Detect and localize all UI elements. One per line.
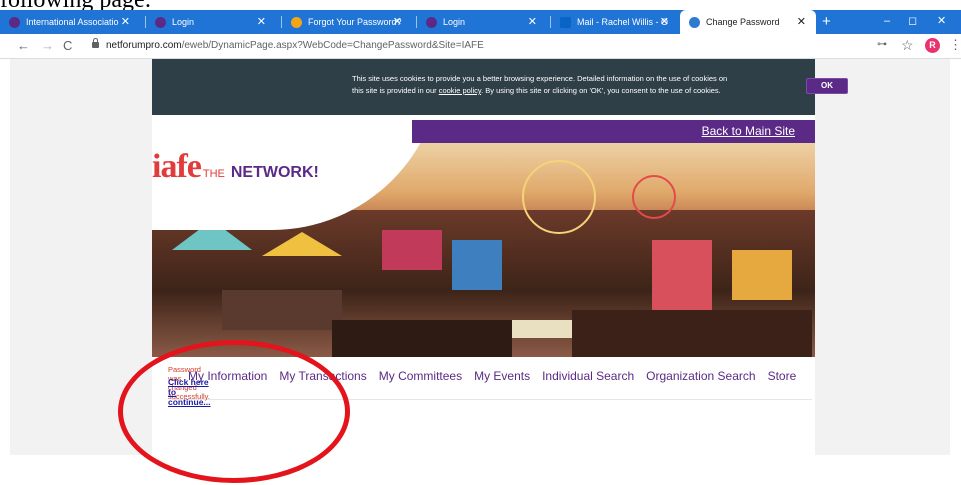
browser-tab-active[interactable]: Change Password ✕ xyxy=(680,10,816,34)
ferris-wheel-shape xyxy=(522,160,596,234)
red-annotation-ellipse xyxy=(118,340,350,483)
profile-avatar[interactable]: R xyxy=(925,38,940,53)
nav-store[interactable]: Store xyxy=(768,369,797,383)
bookmark-star-icon[interactable]: ☆ xyxy=(901,37,914,53)
browser-tab[interactable]: Mail - Rachel Willis - O ✕ xyxy=(551,10,679,34)
site-favicon-icon xyxy=(9,16,20,28)
tab-title: Login xyxy=(443,17,466,27)
tab-title: Change Password xyxy=(706,17,780,27)
lock-icon xyxy=(92,38,99,48)
cookie-text: This site uses cookies to provide you a … xyxy=(352,74,728,95)
browser-menu-icon[interactable]: ⋮ xyxy=(949,37,961,53)
nav-organization-search[interactable]: Organization Search xyxy=(646,369,755,383)
back-arrow-icon[interactable]: ← xyxy=(17,38,30,54)
cookie-banner: This site uses cookies to provide you a … xyxy=(152,59,848,115)
url-field[interactable]: netforumpro.com/eweb/DynamicPage.aspx?We… xyxy=(106,39,484,53)
nav-my-committees[interactable]: My Committees xyxy=(379,369,462,383)
address-bar-row: ← → C netforumpro.com/eweb/DynamicPage.a… xyxy=(0,34,961,59)
cookie-policy-link[interactable]: cookie policy xyxy=(439,86,481,95)
close-tab-icon[interactable]: ✕ xyxy=(393,15,402,29)
forward-arrow-icon[interactable]: → xyxy=(41,38,54,54)
close-tab-icon[interactable]: ✕ xyxy=(121,15,130,29)
browser-tab[interactable]: International Associatio ✕ xyxy=(0,10,140,34)
site-favicon-icon xyxy=(155,16,166,28)
site-favicon-icon xyxy=(426,16,437,28)
nav-my-events[interactable]: My Events xyxy=(474,369,530,383)
site-favicon-icon xyxy=(689,16,700,28)
site-favicon-icon xyxy=(291,16,302,28)
browser-tab-strip: International Associatio ✕ Login ✕ Forgo… xyxy=(0,10,961,34)
key-icon[interactable]: ⊶ xyxy=(877,39,887,50)
back-to-main-site-link[interactable]: Back to Main Site xyxy=(702,124,795,138)
browser-tab[interactable]: Login ✕ xyxy=(417,10,547,34)
minimize-button[interactable]: – xyxy=(884,13,890,29)
close-tab-icon[interactable]: ✕ xyxy=(797,15,806,29)
close-tab-icon[interactable]: ✕ xyxy=(660,15,669,29)
tab-title: International Associatio xyxy=(26,17,119,27)
header-purple-bar: Back to Main Site xyxy=(412,120,815,143)
tab-title: Login xyxy=(172,17,195,27)
close-tab-icon[interactable]: ✕ xyxy=(257,15,266,29)
reload-icon[interactable]: C xyxy=(63,38,72,54)
site-favicon-icon xyxy=(560,16,571,28)
iafe-network-logo[interactable]: iafe THE NETWORK! xyxy=(152,148,319,186)
nav-individual-search[interactable]: Individual Search xyxy=(542,369,634,383)
new-tab-button[interactable]: + xyxy=(822,13,831,31)
tab-title: Mail - Rachel Willis - O xyxy=(577,17,669,27)
close-tab-icon[interactable]: ✕ xyxy=(528,15,537,29)
header-banner-image: Back to Main Site iafe THE NETWORK! xyxy=(152,120,815,357)
tab-title: Forgot Your Password? xyxy=(308,17,402,27)
cookie-ok-button[interactable]: OK xyxy=(806,78,848,94)
restore-button[interactable]: ◻ xyxy=(908,13,917,29)
browser-tab[interactable]: Forgot Your Password? ✕ xyxy=(282,10,412,34)
browser-tab[interactable]: Login ✕ xyxy=(146,10,276,34)
close-window-button[interactable]: ✕ xyxy=(937,13,946,29)
